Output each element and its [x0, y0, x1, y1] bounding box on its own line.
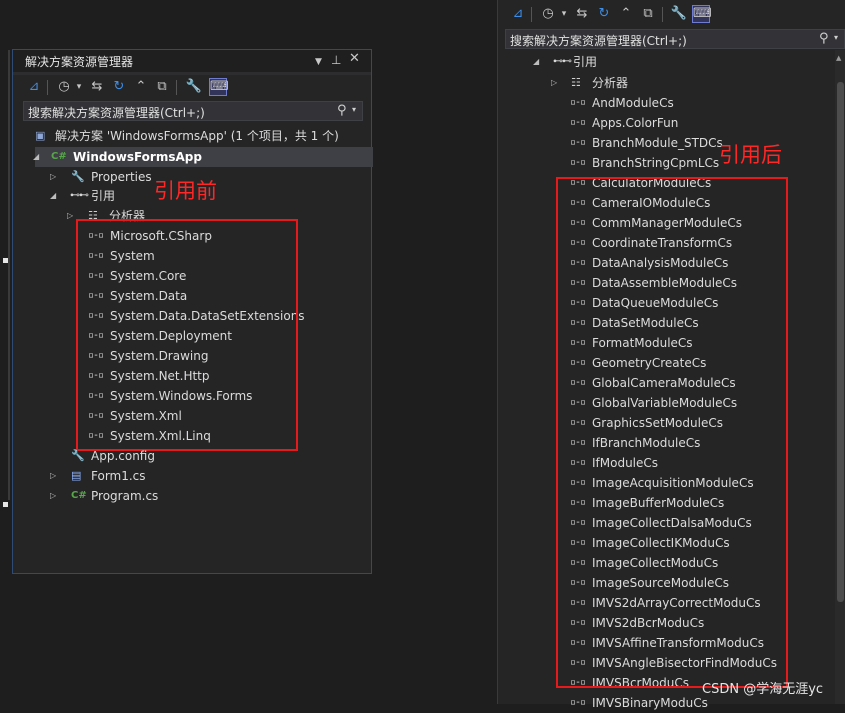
annotation-box-after: [556, 177, 788, 688]
collapse-all-icon[interactable]: ⌃: [617, 5, 635, 23]
annotation-before: 引用前: [154, 179, 217, 203]
reference-icon: ▫-▫: [570, 157, 586, 168]
expanded-arrow-icon[interactable]: ◢: [533, 52, 539, 72]
properties-node[interactable]: Properties: [91, 167, 152, 187]
reference-item[interactable]: IMVSBinaryModuCs: [592, 693, 708, 713]
collapsed-arrow-icon[interactable]: ▷: [50, 167, 56, 187]
wrench-icon: 🔧: [71, 170, 85, 183]
history-dropdown-icon[interactable]: ▾: [74, 78, 84, 96]
file-node[interactable]: App.config: [91, 446, 155, 466]
sync-icon[interactable]: ⇆: [573, 5, 591, 23]
reference-item[interactable]: BranchStringCpmLCs: [592, 153, 719, 173]
scroll-up-icon[interactable]: ▲: [836, 54, 841, 62]
refresh-icon[interactable]: ↻: [110, 78, 128, 96]
dropdown-arrow-icon[interactable]: ▼: [315, 54, 322, 70]
references-node[interactable]: 引用: [91, 186, 115, 206]
references-node[interactable]: 引用: [573, 52, 597, 72]
close-icon[interactable]: ✕: [349, 51, 360, 67]
reference-item[interactable]: BranchModule_STDCs: [592, 133, 723, 153]
form-file-icon: ▤: [71, 469, 82, 482]
file-node[interactable]: Program.cs: [91, 486, 158, 506]
expanded-arrow-icon[interactable]: ◢: [33, 147, 39, 167]
reference-icon: ▫-▫: [570, 117, 586, 128]
reference-icon: ▫-▫: [570, 97, 586, 108]
wrench-icon[interactable]: 🔧: [185, 78, 203, 96]
show-all-files-icon[interactable]: ⧉: [639, 5, 657, 23]
solution-node[interactable]: 解决方案 'WindowsFormsApp' (1 个项目，共 1 个): [55, 126, 339, 146]
panel-title: 解决方案资源管理器: [25, 55, 134, 69]
solution-icon: ▣: [35, 129, 46, 142]
pin-icon[interactable]: ⊥: [331, 52, 341, 68]
solution-explorer-before: 解决方案资源管理器 ▼ ⊥ ✕ ⊿ ◷ ▾ ⇆ ↻ ⌃ ⧉ 🔧 ⌨ 搜索解决方案…: [12, 49, 373, 574]
search-placeholder: 搜索解决方案资源管理器(Ctrl+;): [510, 34, 687, 48]
edge-line: [8, 50, 10, 500]
vs-switch-views-icon[interactable]: ⊿: [25, 78, 43, 96]
reference-icon: ▫-▫: [570, 697, 586, 708]
solution-explorer-after: ⊿ ◷ ▾ ⇆ ↻ ⌃ ⧉ 🔧 ⌨ 搜索解决方案资源管理器(Ctrl+;) ⚲ …: [497, 0, 845, 710]
search-box[interactable]: 搜索解决方案资源管理器(Ctrl+;) ⚲ ▾: [23, 101, 363, 121]
show-all-files-icon[interactable]: ⧉: [153, 78, 171, 96]
reference-item[interactable]: Apps.ColorFun: [592, 113, 678, 133]
preview-selected-icon[interactable]: ⌨: [209, 78, 229, 96]
scrollbar-thumb[interactable]: [837, 82, 844, 602]
history-icon[interactable]: ◷: [55, 78, 73, 96]
history-dropdown-icon[interactable]: ▾: [559, 5, 569, 23]
search-icon[interactable]: ⚲: [337, 103, 347, 118]
collapsed-arrow-icon[interactable]: ▷: [551, 73, 557, 93]
annotation-box-before: [76, 219, 298, 451]
search-box[interactable]: 搜索解决方案资源管理器(Ctrl+;) ⚲ ▾: [505, 29, 845, 49]
explorer-toolbar: ⊿ ◷ ▾ ⇆ ↻ ⌃ ⧉ 🔧 ⌨: [13, 75, 371, 99]
file-node[interactable]: Form1.cs: [91, 466, 146, 486]
search-icon[interactable]: ⚲: [819, 31, 829, 46]
search-placeholder: 搜索解决方案资源管理器(Ctrl+;): [28, 106, 205, 120]
wrench-icon[interactable]: 🔧: [670, 5, 688, 23]
references-folder-icon: ⊷⊷: [553, 56, 572, 67]
csharp-project-icon: C#: [51, 151, 67, 162]
collapsed-arrow-icon[interactable]: ▷: [50, 486, 56, 506]
annotation-after: 引用后: [719, 143, 782, 167]
expanded-arrow-icon[interactable]: ◢: [50, 186, 56, 206]
references-folder-icon: ⊷⊷: [70, 190, 89, 201]
explorer-toolbar: ⊿ ◷ ▾ ⇆ ↻ ⌃ ⧉ 🔧 ⌨: [497, 2, 845, 26]
collapsed-arrow-icon[interactable]: ▷: [50, 466, 56, 486]
sync-icon[interactable]: ⇆: [88, 78, 106, 96]
analyzer-icon: ☷: [571, 76, 581, 89]
preview-selected-icon[interactable]: ⌨: [692, 5, 712, 23]
reference-icon: ▫-▫: [570, 137, 586, 148]
config-file-icon: 🔧: [71, 449, 85, 462]
search-options-icon[interactable]: ▾: [352, 105, 356, 114]
panel-titlebar: 解决方案资源管理器 ▼ ⊥ ✕: [13, 50, 371, 72]
refresh-icon[interactable]: ↻: [595, 5, 613, 23]
csharp-file-icon: C#: [71, 490, 87, 501]
vs-switch-views-icon[interactable]: ⊿: [509, 5, 527, 23]
collapsed-arrow-icon[interactable]: ▷: [67, 206, 73, 226]
resize-handle[interactable]: [3, 502, 8, 507]
collapse-all-icon[interactable]: ⌃: [132, 78, 150, 96]
analyzer-node[interactable]: 分析器: [592, 73, 628, 93]
search-options-icon[interactable]: ▾: [834, 33, 838, 42]
project-node[interactable]: WindowsFormsApp: [73, 147, 202, 167]
watermark: CSDN @学海无涯yc: [702, 682, 824, 697]
history-icon[interactable]: ◷: [539, 5, 557, 23]
panel-divider: [497, 0, 498, 704]
reference-item[interactable]: AndModuleCs: [592, 93, 674, 113]
